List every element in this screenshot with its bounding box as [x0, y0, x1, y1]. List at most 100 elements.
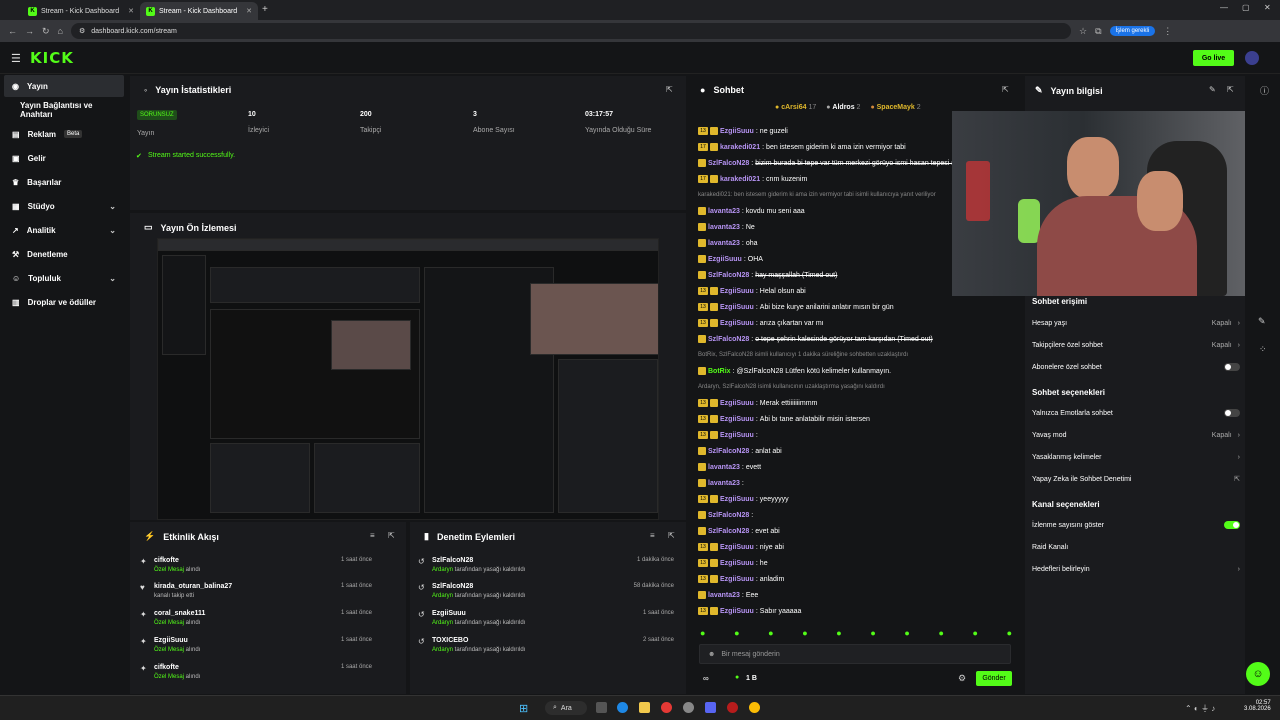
activity-user[interactable]: coral_snake111	[154, 610, 205, 617]
discord-icon[interactable]	[705, 702, 716, 713]
back-icon[interactable]: ←	[8, 26, 17, 36]
taskbar-search[interactable]: ⌕ Ara	[545, 701, 587, 715]
sidebar-item-yayin[interactable]: ◉ Yayın	[4, 75, 124, 97]
gifter[interactable]: ● Aldros 2	[826, 104, 860, 111]
chat-username[interactable]: EzgiiSuuu	[720, 416, 754, 423]
setting-raid[interactable]: Raid Kanalı	[1032, 541, 1240, 553]
setting-follower-chat[interactable]: Takipçilere özel sohbet Kapalı ›	[1032, 339, 1240, 351]
activity-user[interactable]: EzgiiSuuu	[154, 637, 188, 644]
sidebar-item-denetleme[interactable]: ⚒ Denetleme	[4, 243, 124, 265]
chat-username[interactable]: SzlFalcoN28	[708, 448, 749, 455]
gifter[interactable]: ● SpaceMayk 2	[870, 104, 920, 111]
sidebar-item-reklam[interactable]: ▤ Reklam Beta	[4, 123, 124, 145]
hamburger-menu-icon[interactable]: ☰	[11, 52, 21, 65]
file-explorer-icon[interactable]	[639, 702, 650, 713]
new-tab-icon[interactable]: +	[262, 4, 268, 15]
setting-ai-moderation[interactable]: Yapay Zeka ile Sohbet Denetimi ⇱	[1032, 473, 1240, 485]
kick-logo[interactable]: KICK	[30, 49, 74, 67]
emote-icon[interactable]: ●	[904, 628, 909, 638]
chat-username[interactable]: BotRix	[708, 368, 731, 375]
mod-user[interactable]: TOXICEBO	[432, 637, 468, 644]
mod-user[interactable]: SzlFalcoN28	[432, 583, 473, 590]
mod-user[interactable]: SzlFalcoN28	[432, 557, 473, 564]
tray-icons[interactable]: ⌃ ◐ ⏚ ♪	[1185, 703, 1215, 714]
popout-icon[interactable]: ⇱	[1002, 85, 1009, 94]
popout-icon[interactable]: ⇱	[666, 85, 673, 94]
chat-username[interactable]: lavanta23	[708, 480, 740, 487]
setting-sub-chat[interactable]: Abonelere özel sohbet	[1032, 361, 1240, 373]
infinity-icon[interactable]: ∞	[703, 674, 709, 683]
browser-tab-active[interactable]: K Stream - Kick Dashboard ✕	[140, 2, 258, 20]
gear-icon[interactable]: ⚙	[958, 673, 966, 684]
chat-username[interactable]: SzlFalcoN28	[708, 160, 749, 167]
chat-username[interactable]: karakedi021	[720, 144, 760, 151]
go-live-button[interactable]: Go live	[1193, 50, 1234, 66]
chat-username[interactable]: EzgiiSuuu	[720, 304, 754, 311]
setting-show-viewers[interactable]: İzlenme sayısını göster	[1032, 519, 1240, 531]
close-window-icon[interactable]: ✕	[1264, 3, 1271, 12]
mod-user[interactable]: EzgiiSuuu	[432, 610, 466, 617]
nodes-icon[interactable]: ⁘	[1259, 344, 1267, 355]
sidebar-item-droplar[interactable]: ▥ Droplar ve ödüller	[4, 291, 124, 313]
opera-icon[interactable]	[661, 702, 672, 713]
windows-start-icon[interactable]: ⊞	[519, 702, 528, 715]
emote-icon[interactable]: ●	[1007, 628, 1012, 638]
chat-username[interactable]: EzgiiSuuu	[720, 576, 754, 583]
emote-icon[interactable]: ●	[768, 628, 773, 638]
filter-icon[interactable]: ≡	[650, 531, 655, 540]
help-chat-icon[interactable]: ☺	[1246, 662, 1270, 686]
emote-icon[interactable]: ●	[836, 628, 841, 638]
emote-icon[interactable]: ●	[802, 628, 807, 638]
task-view-icon[interactable]	[596, 702, 607, 713]
close-tab-icon[interactable]: ✕	[128, 7, 134, 15]
setting-account-age[interactable]: Hesap yaşı Kapalı ›	[1032, 317, 1240, 329]
chat-username[interactable]: lavanta23	[708, 224, 740, 231]
sub-chat-toggle[interactable]	[1224, 363, 1240, 371]
chat-username[interactable]: EzgiiSuuu	[720, 320, 754, 327]
chrome-icon[interactable]	[749, 702, 760, 713]
chat-username[interactable]: EzgiiSuuu	[720, 400, 754, 407]
chat-input[interactable]: ☻ Bir mesaj gönderin	[699, 644, 1011, 664]
browser-tab[interactable]: K Stream - Kick Dashboard ✕	[22, 2, 140, 20]
chat-username[interactable]: lavanta23	[708, 240, 740, 247]
browser-menu-icon[interactable]: ⋮	[1163, 26, 1172, 37]
obs-icon[interactable]	[683, 702, 694, 713]
chat-username[interactable]: SzlFalcoN28	[708, 272, 749, 279]
setting-goals[interactable]: Hedefleri belirleyin ›	[1032, 563, 1240, 575]
setting-banned-words[interactable]: Yasaklanmış kelimeler ›	[1032, 451, 1240, 463]
chat-username[interactable]: EzgiiSuuu	[720, 496, 754, 503]
reload-icon[interactable]: ↻	[42, 26, 50, 37]
chat-username[interactable]: lavanta23	[708, 208, 740, 215]
emote-icon[interactable]: ●	[938, 628, 943, 638]
profile-button[interactable]: İşlem gerekli	[1109, 26, 1156, 36]
stream-preview[interactable]	[157, 238, 659, 520]
forward-icon[interactable]: →	[25, 26, 34, 36]
setting-emote-only[interactable]: Yalnızca Emotlarla sohbet	[1032, 407, 1240, 419]
chat-username[interactable]: karakedi021	[720, 176, 760, 183]
send-button[interactable]: Gönder	[976, 671, 1012, 686]
emote-picker-icon[interactable]: ☻	[708, 651, 715, 658]
clock[interactable]: 02:57 3.08.2026	[1244, 700, 1271, 712]
sidebar-item-topluluk[interactable]: ☺ Topluluk ⌄	[4, 267, 124, 289]
emote-icon[interactable]: ●	[734, 628, 739, 638]
chat-username[interactable]: EzgiiSuuu	[720, 544, 754, 551]
extensions-icon[interactable]: ⧉	[1095, 26, 1101, 37]
sidebar-item-basarilar[interactable]: ♛ Başarılar	[4, 171, 124, 193]
chat-username[interactable]: EzgiiSuuu	[720, 288, 754, 295]
popout-icon[interactable]: ⇱	[388, 531, 395, 540]
chat-username[interactable]: lavanta23	[708, 464, 740, 471]
chat-username[interactable]: EzgiiSuuu	[720, 560, 754, 567]
chat-username[interactable]: SzlFalcoN28	[708, 336, 749, 343]
show-viewers-toggle[interactable]	[1224, 521, 1240, 529]
chat-username[interactable]: EzgiiSuuu	[720, 128, 754, 135]
bookmark-star-icon[interactable]: ☆	[1079, 26, 1087, 37]
emote-icon[interactable]: ●	[870, 628, 875, 638]
activity-user[interactable]: cifkofte	[154, 557, 179, 564]
activity-user[interactable]: cifkofte	[154, 664, 179, 671]
home-icon[interactable]: ⌂	[58, 26, 63, 36]
avatar[interactable]	[1245, 51, 1259, 65]
emote-only-toggle[interactable]	[1224, 409, 1240, 417]
sidebar-item-studyo[interactable]: ▦ Stüdyo ⌄	[4, 195, 124, 217]
chat-username[interactable]: SzlFalcoN28	[708, 512, 749, 519]
sidebar-item-analitik[interactable]: ↗ Analitik ⌄	[4, 219, 124, 241]
